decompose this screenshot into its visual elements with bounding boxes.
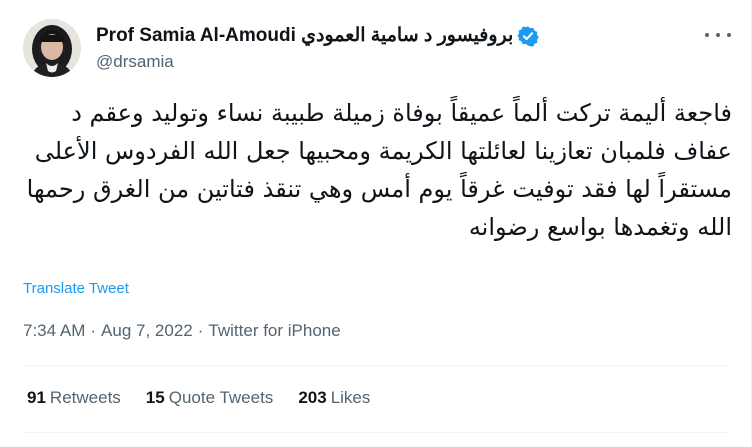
translate-tweet-link[interactable]: Translate Tweet	[23, 280, 129, 297]
avatar-image	[23, 19, 81, 77]
tweet-time[interactable]: 7:34 AM	[23, 321, 85, 340]
tweet-card: Prof Samia Al-Amoudi بروفيسور د سامية ال…	[0, 0, 752, 447]
retweets-label: Retweets	[49, 388, 121, 407]
tweet-metadata: 7:34 AM · Aug 7, 2022 · Twitter for iPhone	[23, 321, 341, 341]
tweet-date[interactable]: Aug 7, 2022	[101, 321, 193, 340]
author-name-text: Prof Samia Al-Amoudi بروفيسور د سامية ال…	[96, 25, 514, 46]
retweets-stat[interactable]: 91 Retweets	[27, 388, 121, 408]
tweet-text: فاجعة أليمة تركت ألماً عميقاً بوفاة زميل…	[26, 99, 732, 241]
dot	[705, 33, 709, 37]
quote-tweets-count: 15	[145, 388, 165, 407]
likes-stat[interactable]: 203 Likes	[298, 388, 370, 408]
engagement-stats: 91 Retweets 15 Quote Tweets 203 Likes	[27, 388, 395, 408]
retweets-count: 91	[27, 388, 46, 407]
author-handle[interactable]: @drsamia	[96, 52, 174, 72]
separator: ·	[90, 321, 97, 340]
quote-tweets-stat[interactable]: 15 Quote Tweets	[146, 388, 274, 408]
dot	[727, 33, 731, 37]
divider	[23, 432, 730, 433]
more-dots-icon[interactable]	[705, 24, 731, 46]
divider	[23, 365, 730, 366]
likes-label: Likes	[330, 388, 371, 407]
tweet-source[interactable]: Twitter for iPhone	[208, 321, 340, 340]
avatar[interactable]	[23, 19, 81, 77]
quote-tweets-label: Quote Tweets	[168, 388, 274, 407]
likes-count: 203	[298, 388, 327, 407]
separator: ·	[197, 321, 204, 340]
verified-badge-icon	[517, 25, 540, 47]
author-name[interactable]: Prof Samia Al-Amoudi بروفيسور د سامية ال…	[96, 24, 540, 47]
dot	[716, 33, 720, 37]
